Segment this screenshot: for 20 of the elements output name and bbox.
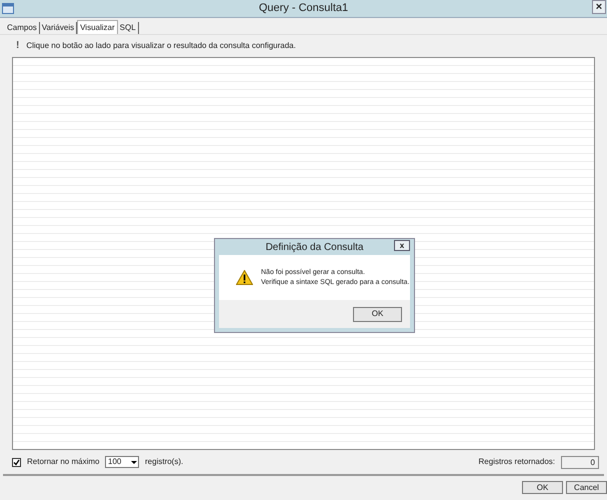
dialog-button[interactable]: Cancel <box>566 481 607 494</box>
tab[interactable]: SQL <box>118 22 139 34</box>
warning-mark: ! <box>16 39 20 53</box>
close-button[interactable]: × <box>592 0 606 14</box>
limit-suffix: registro(s). <box>145 456 184 468</box>
warning-icon <box>236 270 253 285</box>
checkbox[interactable] <box>12 458 21 466</box>
ok-button[interactable]: OK <box>353 306 402 322</box>
returned-field: 0 <box>561 456 599 468</box>
info-text: Clique no botão ao lado para visualizar o resultado da consulta configurada. <box>26 40 296 52</box>
close-button[interactable]: x <box>394 240 410 251</box>
checkbox-label: Retornar no máximo <box>27 456 99 468</box>
window-title: Query - Consulta1 <box>258 1 348 16</box>
tab[interactable]: Campos <box>5 22 40 34</box>
dialog-title: Definição da Consulta <box>266 240 364 254</box>
dialog-button[interactable]: OK <box>522 481 563 494</box>
limit-dropdown[interactable]: 100 <box>105 456 139 468</box>
window-icon <box>2 3 14 14</box>
returned-label: Registros retornados: <box>478 456 555 468</box>
tab[interactable]: Visualizar <box>77 20 118 34</box>
